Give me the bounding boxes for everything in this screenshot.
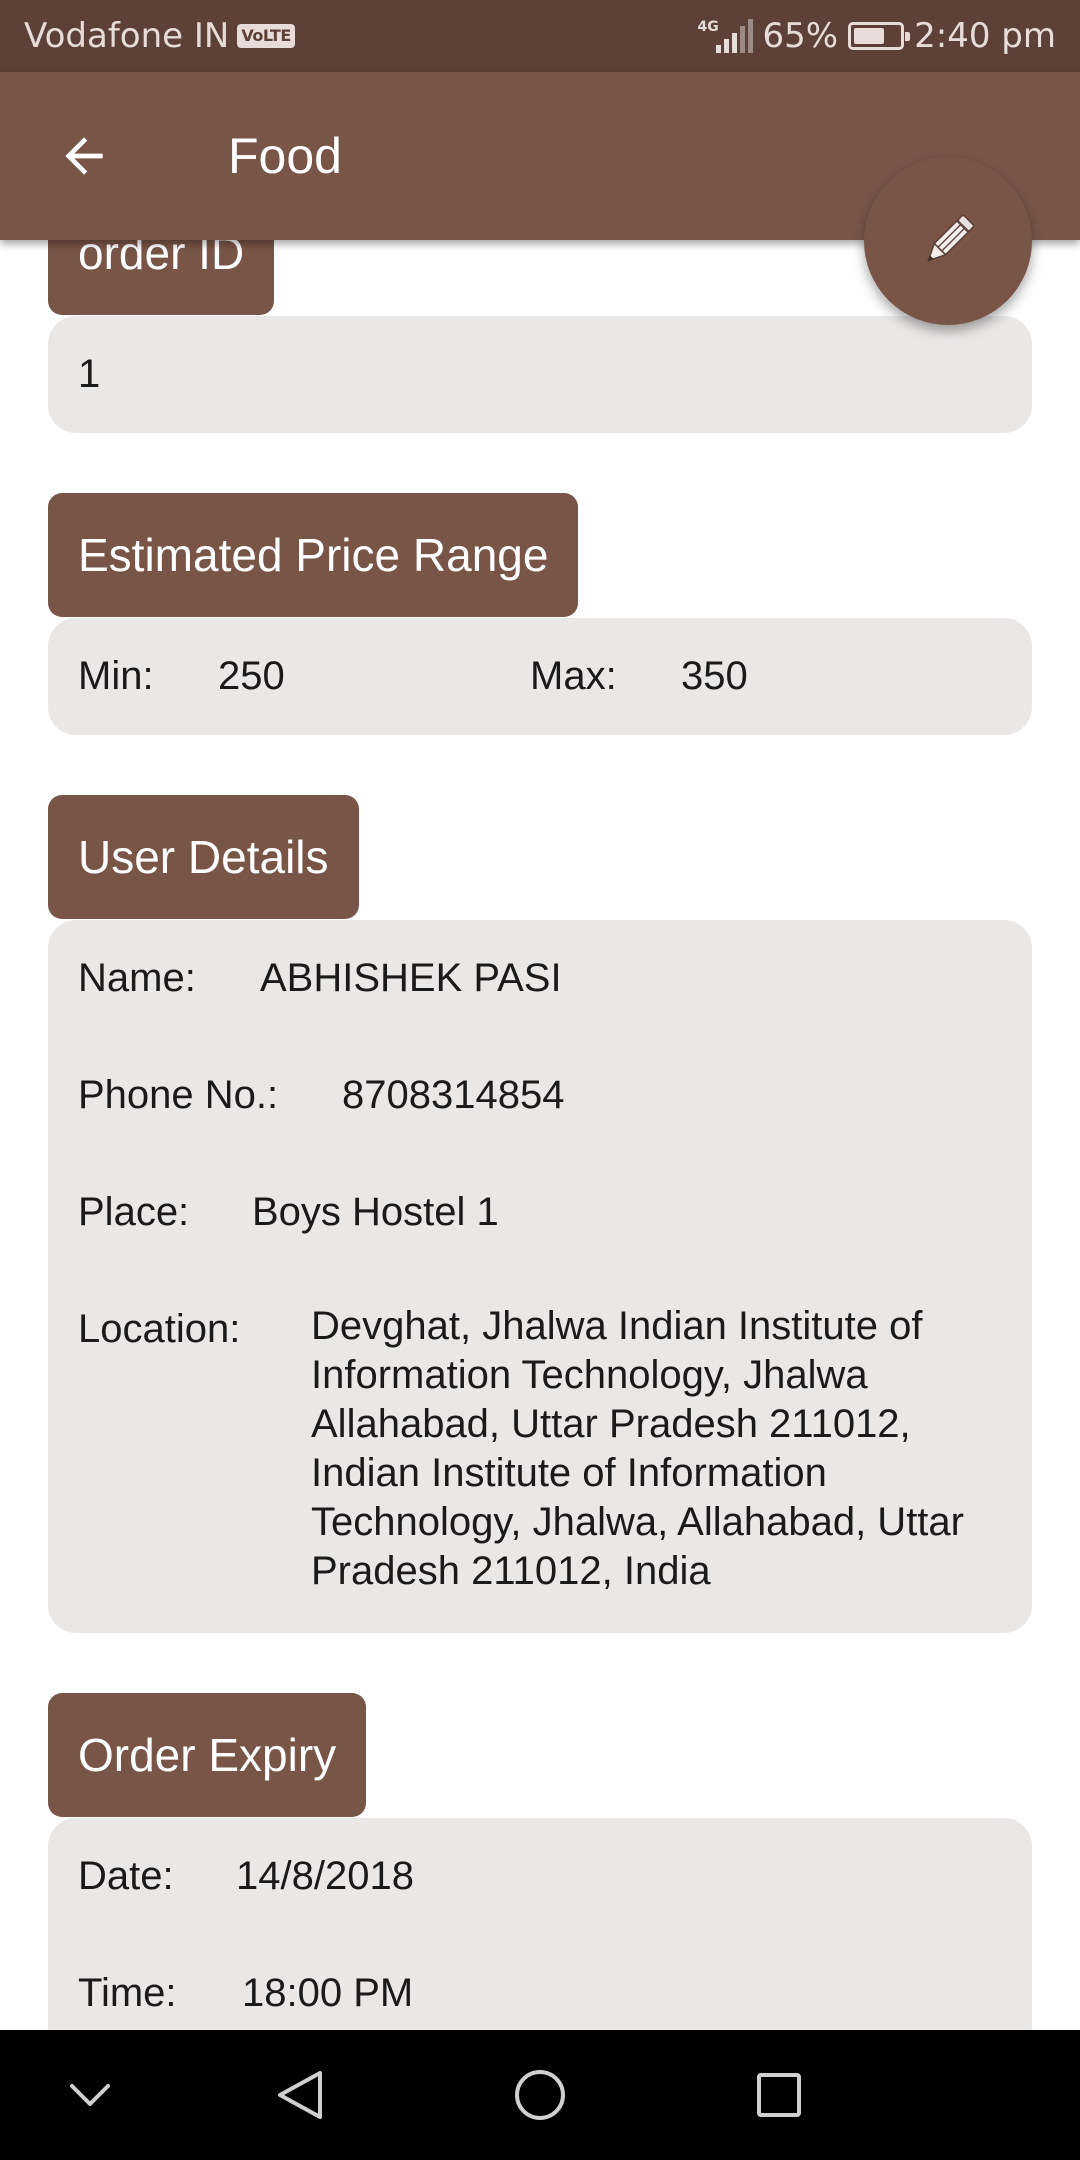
order-expiry-label: Order Expiry xyxy=(48,1693,367,1817)
status-bar: Vodafone IN VoLTE 4G 65% 2:40 pm xyxy=(0,0,1080,72)
location-value: Devghat, Jhalwa Indian Institute of Info… xyxy=(311,1304,964,1593)
back-triangle-icon xyxy=(278,2071,322,2119)
nav-back-button[interactable] xyxy=(240,2030,360,2160)
battery-icon xyxy=(848,22,911,50)
pencil-icon xyxy=(926,214,975,263)
status-left: Vodafone IN VoLTE xyxy=(24,16,295,56)
home-circle-icon xyxy=(515,2070,565,2120)
edit-fab-button[interactable] xyxy=(864,157,1032,325)
volte-badge: VoLTE xyxy=(237,24,295,48)
date-label: Date: xyxy=(78,1854,174,1898)
system-nav-bar xyxy=(0,2030,1080,2160)
name-value: ABHISHEK PASI xyxy=(260,956,562,1000)
time-value: 18:00 PM xyxy=(242,1971,414,2015)
arrow-back-icon xyxy=(65,137,103,175)
user-details-card: Name: ABHISHEK PASI Phone No.: 870831485… xyxy=(48,920,1032,1633)
min-value: 250 xyxy=(218,654,285,698)
nav-hide-button[interactable] xyxy=(30,2030,150,2160)
status-right: 4G 65% 2:40 pm xyxy=(698,16,1056,56)
order-id-value: 1 xyxy=(78,352,101,396)
clock: 2:40 pm xyxy=(914,16,1056,56)
phone-value[interactable]: 8708314854 xyxy=(342,1073,564,1118)
date-value: 14/8/2018 xyxy=(236,1854,414,1898)
price-range-label-text: Estimated Price Range xyxy=(78,529,549,581)
order-id-card: 1 xyxy=(48,316,1032,433)
nav-home-button[interactable] xyxy=(480,2030,600,2160)
signal-icon: 4G xyxy=(698,19,753,53)
order-expiry-label-text: Order Expiry xyxy=(78,1729,337,1781)
page-title: Food xyxy=(228,128,342,184)
order-id-label-text: order ID xyxy=(78,240,245,279)
max-value: 350 xyxy=(681,654,748,698)
price-range-card: Min: 250 Max: 350 xyxy=(48,618,1032,735)
name-label: Name: xyxy=(78,956,196,1000)
time-label: Time: xyxy=(78,1971,177,2015)
min-label: Min: xyxy=(78,654,154,698)
place-value: Boys Hostel 1 xyxy=(252,1190,499,1234)
battery-percent: 65% xyxy=(762,16,839,56)
back-button[interactable] xyxy=(24,96,144,216)
order-details-content[interactable]: order ID 1 Estimated Price Range Min: 25… xyxy=(0,240,1080,2030)
location-label: Location: xyxy=(78,1307,241,1351)
carrier-name: Vodafone IN xyxy=(24,16,230,56)
place-label: Place: xyxy=(78,1190,190,1234)
nav-recents-button[interactable] xyxy=(719,2030,839,2160)
phone-label: Phone No.: xyxy=(78,1073,279,1117)
price-range-label: Estimated Price Range xyxy=(48,493,579,617)
user-details-label-text: User Details xyxy=(78,831,329,883)
order-id-label: order ID xyxy=(48,240,275,315)
order-expiry-card: Date: 14/8/2018 Time: 18:00 PM xyxy=(48,1818,1032,2030)
recents-square-icon xyxy=(757,2073,801,2117)
max-label: Max: xyxy=(530,654,617,698)
chevron-down-icon xyxy=(70,2084,110,2106)
network-type: 4G xyxy=(697,19,719,35)
user-details-label: User Details xyxy=(48,795,359,919)
